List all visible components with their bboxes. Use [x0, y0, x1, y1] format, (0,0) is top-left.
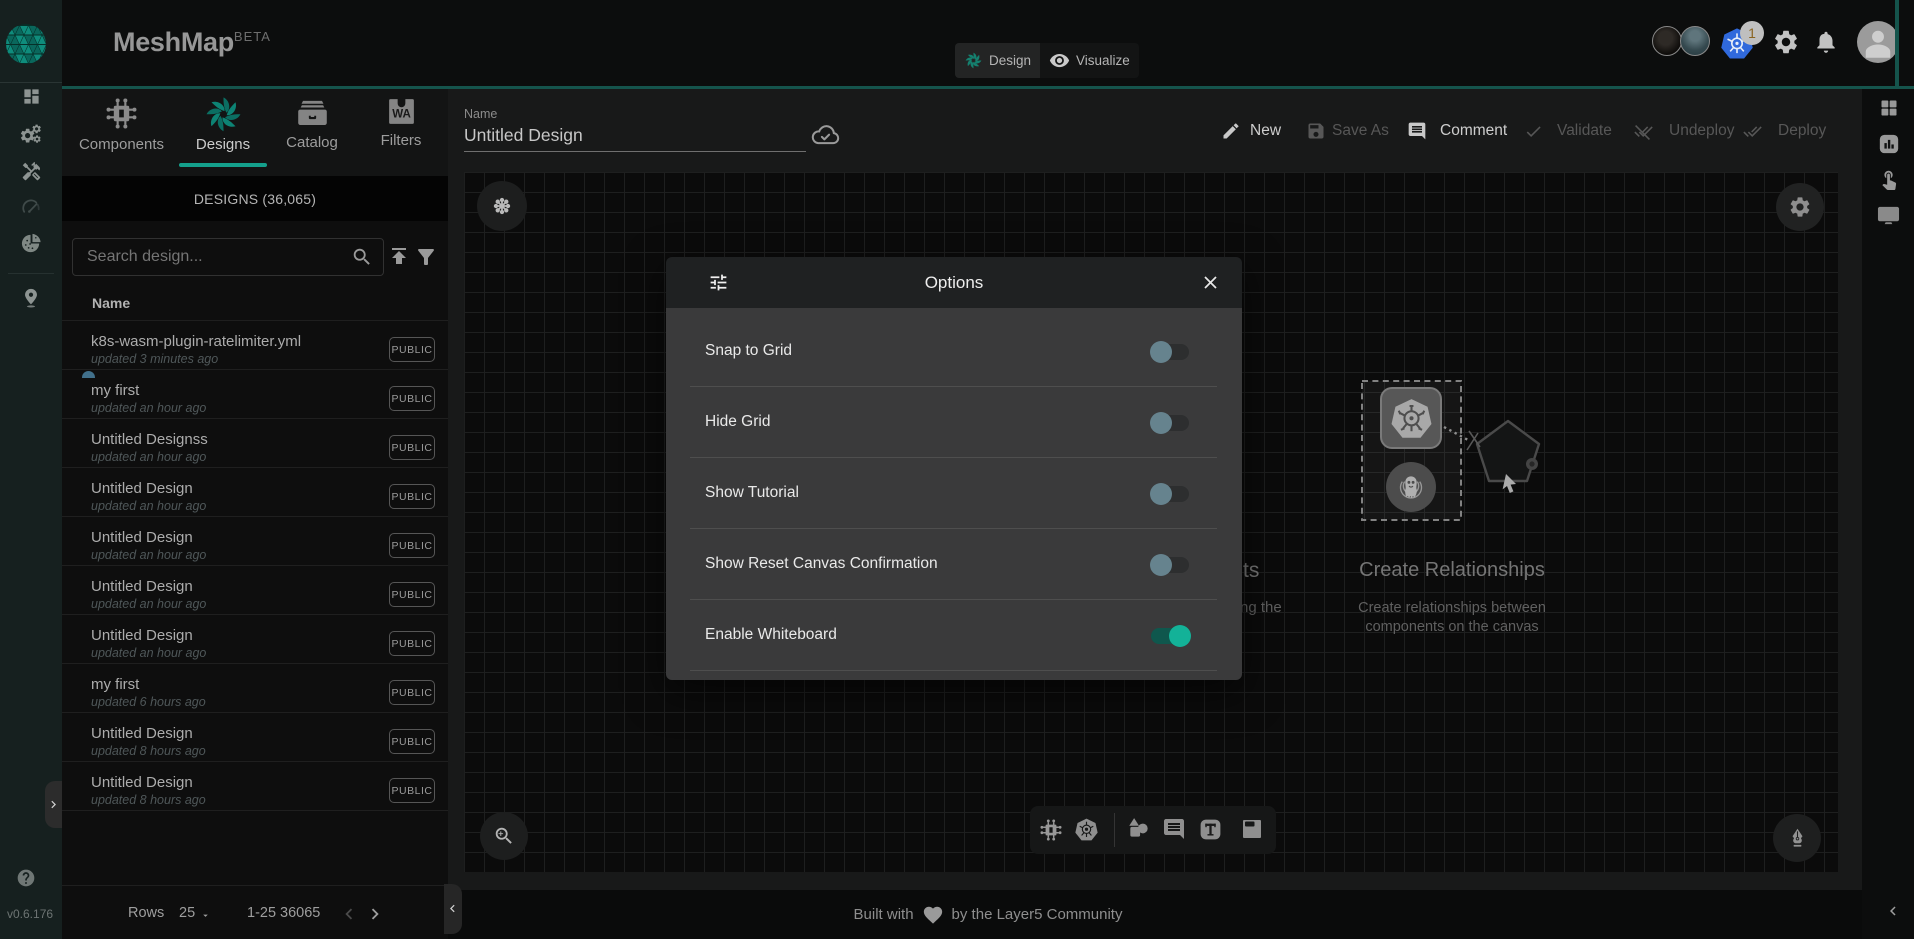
svg-text:WA: WA: [392, 108, 411, 120]
